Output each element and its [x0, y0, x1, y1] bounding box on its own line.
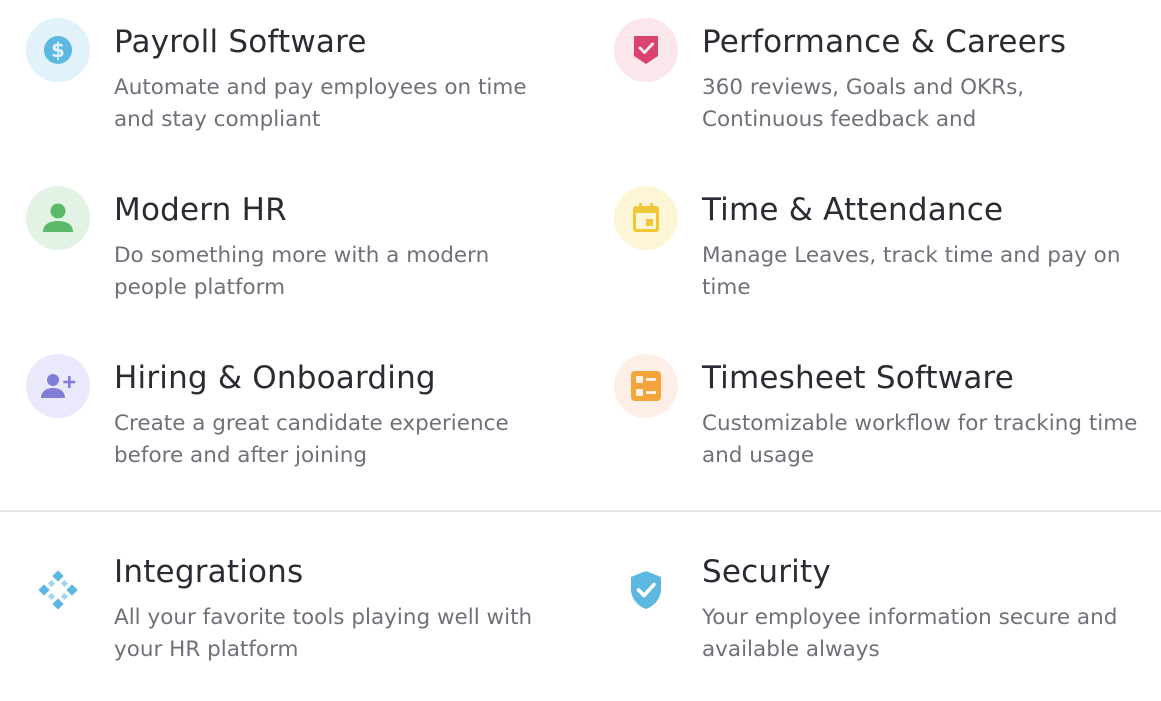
extra-security[interactable]: Security Your employee information secur… [614, 548, 1154, 668]
feature-modern-hr[interactable]: Modern HR Do something more with a moder… [26, 186, 566, 306]
integrations-icon-wrap [26, 558, 90, 622]
feature-description: Customizable workflow for tracking time … [702, 411, 1138, 468]
security-icon-wrap [614, 558, 678, 622]
integrations-icon [38, 570, 78, 610]
feature-description: Do something more with a modern people p… [114, 243, 490, 300]
payroll-icon-badge: $ [26, 18, 90, 82]
timesheet-icon [631, 371, 661, 401]
extra-integrations[interactable]: Integrations All your favorite tools pla… [26, 548, 566, 668]
feature-payroll-software[interactable]: $ Payroll Software Automate and pay empl… [26, 18, 566, 138]
feature-title: Payroll Software [114, 24, 367, 60]
feature-description: Manage Leaves, track time and pay on tim… [702, 243, 1121, 300]
hiring-icon-badge [26, 354, 90, 418]
badge-check-icon [634, 36, 658, 64]
feature-description: Create a great candidate experience befo… [114, 411, 509, 468]
feature-description: 360 reviews, Goals and OKRs, Continuous … [702, 75, 1025, 132]
timesheet-icon-badge [614, 354, 678, 418]
time-attendance-icon-badge [614, 186, 678, 250]
feature-time-attendance[interactable]: Time & Attendance Manage Leaves, track t… [614, 186, 1154, 306]
feature-title: Performance & Careers [702, 24, 1067, 60]
extra-title: Security [702, 554, 831, 590]
add-person-icon [41, 374, 76, 398]
calendar-icon [633, 203, 659, 232]
feature-timesheet-software[interactable]: Timesheet Software Customizable workflow… [614, 354, 1154, 474]
svg-text:$: $ [51, 38, 65, 62]
performance-icon-badge [614, 18, 678, 82]
feature-title: Hiring & Onboarding [114, 360, 436, 396]
feature-title: Timesheet Software [702, 360, 1015, 396]
person-icon [43, 203, 73, 232]
feature-title: Time & Attendance [702, 192, 1004, 228]
feature-description: Automate and pay employees on time and s… [114, 75, 527, 132]
feature-performance-careers[interactable]: Performance & Careers 360 reviews, Goals… [614, 18, 1154, 138]
extra-description: Your employee information secure and ava… [702, 605, 1118, 662]
feature-title: Modern HR [114, 192, 287, 228]
extra-description: All your favorite tools playing well wit… [114, 605, 533, 662]
shield-check-icon [631, 571, 661, 609]
section-divider [0, 510, 1161, 512]
extra-title: Integrations [114, 554, 304, 590]
modern-hr-icon-badge [26, 186, 90, 250]
dollar-icon: $ [44, 36, 72, 64]
feature-hiring-onboarding[interactable]: Hiring & Onboarding Create a great candi… [26, 354, 566, 474]
